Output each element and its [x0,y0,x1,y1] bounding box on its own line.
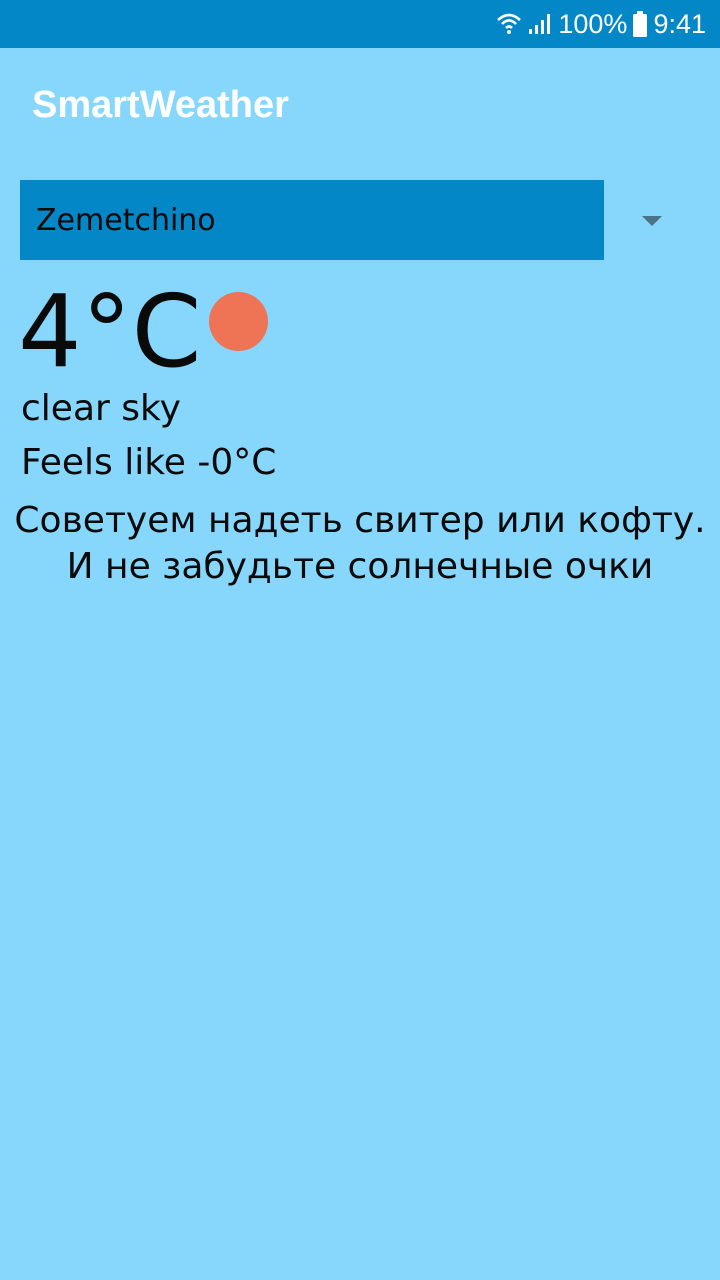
wifi-icon [496,12,522,36]
weather-description: clear sky [21,388,181,429]
sun-icon [209,292,268,351]
advice-line-2: И не забудьте солнечные очки [66,546,654,587]
status-icons: 100% 9:41 [496,0,706,48]
advice-line-1: Советуем надеть свитер или кофту. [14,500,706,541]
signal-icon [528,13,552,35]
feels-like: Feels like -0°C [21,442,277,483]
battery-percent: 100% [558,8,628,39]
status-bar: 100% 9:41 [0,0,720,48]
clothing-advice: Советуем надеть свитер или кофту. И не з… [0,498,720,590]
city-select-value: Zemetchino [36,202,216,238]
city-select[interactable]: Zemetchino [20,180,604,260]
battery-icon [633,11,648,37]
app-title: SmartWeather [32,84,289,126]
temperature: 4°C [18,273,202,390]
dropdown-arrow-icon[interactable] [640,214,664,228]
clock: 9:41 [653,8,706,39]
